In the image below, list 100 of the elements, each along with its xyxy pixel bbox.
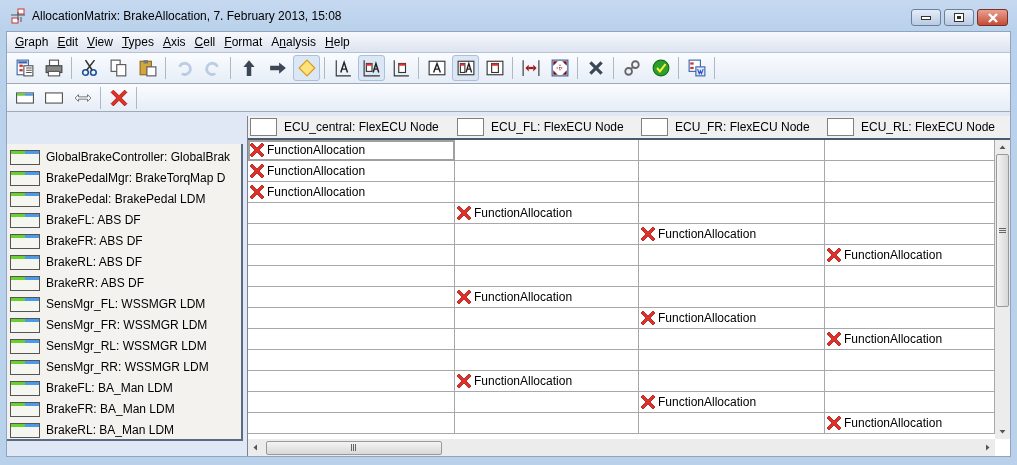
table-cell[interactable] <box>248 224 455 245</box>
row-label[interactable]: GlobalBrakeController: GlobalBrak <box>7 146 241 167</box>
menu-item[interactable]: Types <box>118 33 157 51</box>
table-cell[interactable] <box>639 161 825 182</box>
table-cell[interactable]: FunctionAllocation <box>455 203 639 224</box>
header-swatch <box>250 118 277 136</box>
menu-item[interactable]: Cell <box>191 33 219 51</box>
row-label[interactable]: BrakeFL: ABS DF <box>7 209 241 230</box>
table-cell[interactable]: FunctionAllocation <box>825 245 995 266</box>
table-cell[interactable] <box>248 329 455 350</box>
table-cell[interactable] <box>248 203 455 224</box>
table-cell[interactable]: FunctionAllocation <box>455 371 639 392</box>
close-button[interactable] <box>977 9 1008 26</box>
table-cell[interactable] <box>455 245 639 266</box>
row-style-icon <box>10 337 40 354</box>
table-cell[interactable] <box>455 392 639 413</box>
row-label[interactable]: BrakeFR: ABS DF <box>7 230 241 251</box>
table-cell[interactable] <box>639 350 825 371</box>
table-cell[interactable] <box>455 413 639 434</box>
row-label[interactable]: BrakePedalMgr: BrakeTorqMap D <box>7 167 241 188</box>
scroll-thumb[interactable] <box>266 440 442 455</box>
row-label[interactable]: BrakeFL: BA_Man LDM <box>7 377 241 398</box>
row-style-icon <box>10 421 40 438</box>
axis-label-box-icon <box>362 59 381 77</box>
table-cell[interactable] <box>455 224 639 245</box>
row-style-icon <box>10 211 40 228</box>
table-cell[interactable] <box>248 308 455 329</box>
table-cell[interactable] <box>455 182 639 203</box>
table-cell[interactable] <box>639 287 825 308</box>
row-style-icon <box>10 148 40 165</box>
table-cell[interactable]: FunctionAllocation <box>825 329 995 350</box>
error-cross-icon <box>456 289 472 305</box>
table-cell[interactable] <box>455 329 639 350</box>
table-cell[interactable] <box>455 350 639 371</box>
menu-item[interactable]: Axis <box>159 33 189 51</box>
menu-item[interactable]: Graph <box>12 33 52 51</box>
table-cell[interactable] <box>639 413 825 434</box>
menu-item[interactable]: Format <box>221 33 266 51</box>
column-header[interactable]: ECU_central: FlexECU Node <box>248 116 455 138</box>
table-cell[interactable]: FunctionAllocation <box>248 161 455 182</box>
table-cell[interactable] <box>455 266 639 287</box>
column-header[interactable]: ECU_FL: FlexECU Node <box>455 116 639 138</box>
table-cell[interactable]: FunctionAllocation <box>639 308 825 329</box>
vertical-scrollbar[interactable] <box>995 140 1010 439</box>
menu-item[interactable]: Help <box>322 33 353 51</box>
link-icon <box>622 59 641 77</box>
row-style-icon <box>10 253 40 270</box>
row-style-icon <box>10 190 40 207</box>
row-label[interactable]: SensMgr_RL: WSSMGR LDM <box>7 335 241 356</box>
row-label[interactable]: SensMgr_RR: WSSMGR LDM <box>7 356 241 377</box>
table-cell[interactable] <box>248 350 455 371</box>
cell-text: FunctionAllocation <box>267 184 366 201</box>
row-label[interactable]: BrakePedal: BrakePedal LDM <box>7 188 241 209</box>
row-label[interactable]: BrakeRR: ABS DF <box>7 272 241 293</box>
column-header[interactable]: ECU_RL: FlexECU Node <box>825 116 995 138</box>
row-label[interactable]: BrakeRL: ABS DF <box>7 251 241 272</box>
menu-item[interactable]: Analysis <box>268 33 320 51</box>
row-label[interactable]: BrakeFR: BA_Man LDM <box>7 398 241 419</box>
horizontal-scrollbar[interactable] <box>248 439 995 456</box>
maximize-button[interactable] <box>944 9 974 26</box>
column-header[interactable]: ECU_FR: FlexECU Node <box>639 116 825 138</box>
table-cell[interactable] <box>248 413 455 434</box>
scroll-thumb[interactable] <box>996 154 1009 307</box>
cell-text: FunctionAllocation <box>658 226 757 243</box>
table-cell[interactable] <box>455 140 639 161</box>
error-cross-icon <box>640 310 656 326</box>
restore-icon <box>954 13 964 22</box>
table-cell[interactable] <box>639 371 825 392</box>
table-cell[interactable]: FunctionAllocation <box>825 413 995 434</box>
table-cell[interactable] <box>639 329 825 350</box>
row-style-icon <box>10 316 40 333</box>
row-label[interactable]: BrakeRL: BA_Man LDM <box>7 419 241 439</box>
table-cell[interactable] <box>248 287 455 308</box>
table-cell[interactable] <box>455 308 639 329</box>
table-cell[interactable] <box>639 245 825 266</box>
menu-item[interactable]: Edit <box>54 33 82 51</box>
menu-item[interactable]: View <box>84 33 116 51</box>
table-cell[interactable]: FunctionAllocation <box>248 140 455 161</box>
table-cell[interactable] <box>248 266 455 287</box>
table-cell[interactable]: FunctionAllocation <box>639 224 825 245</box>
table-cell[interactable]: FunctionAllocation <box>248 182 455 203</box>
table-cell[interactable] <box>639 182 825 203</box>
table-cell[interactable]: FunctionAllocation <box>455 287 639 308</box>
fit-grid-icon <box>550 59 569 77</box>
table-cell[interactable] <box>639 140 825 161</box>
text-box-frame-button[interactable] <box>452 55 479 81</box>
minimize-button[interactable] <box>911 9 941 26</box>
cell-text: FunctionAllocation <box>474 289 573 306</box>
table-cell[interactable] <box>248 371 455 392</box>
table-cell[interactable] <box>639 203 825 224</box>
row-label[interactable]: SensMgr_FL: WSSMGR LDM <box>7 293 241 314</box>
window-title: AllocationMatrix: BrakeAllocation, 7. February 2013, 15:08 <box>32 7 342 25</box>
table-cell[interactable] <box>825 140 995 161</box>
table-cell[interactable] <box>455 161 639 182</box>
row-label[interactable]: SensMgr_FR: WSSMGR LDM <box>7 314 241 335</box>
table-cell[interactable] <box>248 392 455 413</box>
axis-label-box-button[interactable] <box>358 55 385 81</box>
table-cell[interactable] <box>248 245 455 266</box>
table-cell[interactable] <box>639 266 825 287</box>
table-cell[interactable]: FunctionAllocation <box>639 392 825 413</box>
